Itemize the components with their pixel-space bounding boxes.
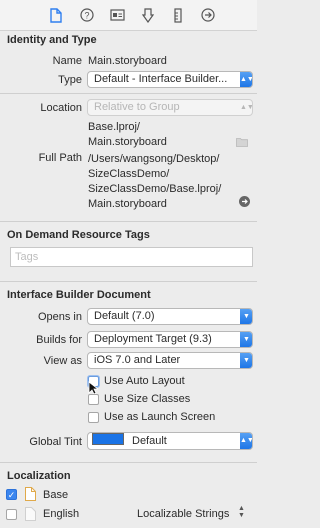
chevron-updown-icon: ▲▼ <box>240 72 252 87</box>
use-launch-screen-checkbox[interactable] <box>88 412 99 423</box>
divider <box>0 462 257 463</box>
location-popup: Relative to Group ▲▼ <box>87 99 253 116</box>
connections-icon[interactable] <box>200 7 216 23</box>
type-popup-value: Default - Interface Builder... <box>94 73 228 85</box>
file-icon[interactable] <box>48 7 64 23</box>
builds-for-label: Builds for <box>36 334 82 346</box>
global-tint-popup[interactable]: Default ▲▼ <box>87 432 253 450</box>
ib-document-title: Interface Builder Document <box>7 289 151 301</box>
location-path: Base.lproj/ Main.storyboard <box>88 120 167 150</box>
attributes-icon[interactable] <box>140 7 156 23</box>
full-path-label: Full Path <box>38 152 82 164</box>
builds-for-popup[interactable]: Deployment Target (9.3) ▼ <box>87 331 253 348</box>
chevron-down-icon: ▼ <box>240 353 252 368</box>
use-size-classes-checkbox[interactable] <box>88 394 99 405</box>
chevron-updown-icon: ▲▼ <box>240 104 253 111</box>
svg-text:?: ? <box>84 11 89 21</box>
localization-english-checkbox[interactable] <box>6 509 17 520</box>
divider <box>0 221 257 222</box>
identity-icon[interactable] <box>109 7 125 23</box>
size-ruler-icon[interactable] <box>170 7 186 23</box>
identity-type-title: Identity and Type <box>7 34 97 46</box>
tags-field[interactable]: Tags <box>10 247 253 267</box>
builds-for-value: Deployment Target (9.3) <box>94 333 212 345</box>
full-path-line: Main.storyboard <box>88 198 167 210</box>
use-launch-screen-label: Use as Launch Screen <box>104 411 216 423</box>
location-path-line: Base.lproj/ <box>88 121 140 133</box>
opens-in-popup[interactable]: Default (7.0) ▼ <box>87 308 253 325</box>
global-tint-label: Global Tint <box>29 436 82 448</box>
view-as-label: View as <box>43 355 82 367</box>
type-popup[interactable]: Default - Interface Builder... ▲▼ <box>87 71 253 88</box>
full-path-value: /Users/wangsong/Desktop/ SizeClassDemo/ … <box>88 152 221 212</box>
tint-color-swatch <box>92 433 124 445</box>
divider <box>0 281 257 282</box>
location-label: Location <box>40 102 82 114</box>
view-as-value: iOS 7.0 and Later <box>94 354 181 366</box>
opens-in-label: Opens in <box>37 311 82 323</box>
chevron-updown-icon: ▲▼ <box>240 433 252 449</box>
localization-base-label: Base <box>43 489 69 501</box>
folder-icon[interactable] <box>236 137 248 150</box>
global-tint-value: Default <box>132 435 167 447</box>
location-popup-value: Relative to Group <box>94 101 180 113</box>
type-label: Type <box>58 74 82 86</box>
name-label: Name <box>52 55 82 67</box>
opens-in-value: Default (7.0) <box>94 310 155 322</box>
chevron-down-icon: ▼ <box>240 332 252 347</box>
localization-base-checkbox[interactable]: ✓ <box>6 489 17 500</box>
on-demand-tags-title: On Demand Resource Tags <box>7 229 150 241</box>
full-path-line: SizeClassDemo/Base.lproj/ <box>88 183 222 195</box>
help-icon[interactable]: ? <box>79 7 95 23</box>
name-value[interactable]: Main.storyboard <box>88 55 167 67</box>
view-as-popup[interactable]: iOS 7.0 and Later ▼ <box>87 352 253 369</box>
localization-english-label: English <box>43 508 80 520</box>
full-path-line: /Users/wangsong/Desktop/ <box>88 153 220 165</box>
tags-placeholder: Tags <box>15 251 39 263</box>
file-doc-icon <box>25 507 36 524</box>
chevron-down-icon: ▼ <box>240 309 252 324</box>
full-path-line: SizeClassDemo/ <box>88 168 170 180</box>
divider <box>0 93 257 94</box>
reveal-in-finder-icon[interactable] <box>239 196 250 210</box>
use-size-classes-label: Use Size Classes <box>104 393 191 405</box>
use-auto-layout-label: Use Auto Layout <box>104 375 185 387</box>
chevron-updown-icon[interactable]: ▲ ▼ <box>238 505 245 519</box>
localization-title: Localization <box>7 470 71 482</box>
file-doc-icon <box>25 487 36 504</box>
location-path-line: Main.storyboard <box>88 136 167 148</box>
localizable-strings-popup[interactable]: Localizable Strings <box>137 508 229 520</box>
inspector-toolbar: ? <box>0 0 257 31</box>
